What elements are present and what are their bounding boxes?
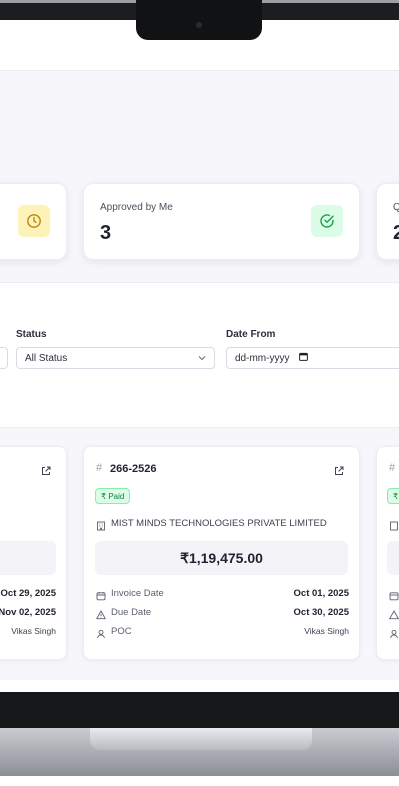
- user-icon: [389, 626, 399, 644]
- due-date-value: Oct 30, 2025: [293, 607, 349, 618]
- invoice-card[interactable]: # ₹: [376, 446, 399, 660]
- stat-card-pending: [0, 183, 67, 260]
- status-badge: ₹: [387, 488, 399, 504]
- laptop-bottom-bezel: [0, 692, 399, 730]
- date-from-input[interactable]: dd-mm-yyyy: [226, 347, 399, 369]
- calendar-icon[interactable]: [299, 352, 309, 364]
- invoice-date-value: Oct 29, 2025: [0, 588, 56, 599]
- calendar-icon: [96, 588, 106, 606]
- stat-value: 2: [393, 222, 399, 244]
- laptop-hinge-cutout: [90, 728, 312, 750]
- invoice-date-label: Invoice Date: [111, 588, 164, 599]
- clock-icon: [18, 205, 50, 237]
- filter-input-partial[interactable]: [0, 347, 8, 369]
- external-link-icon[interactable]: [334, 463, 344, 481]
- invoice-amount: ₹1,19,475.00: [95, 541, 348, 575]
- date-placeholder: dd-mm-yyyy: [235, 352, 290, 364]
- external-link-icon[interactable]: [41, 463, 51, 481]
- stat-card-next: Q 2: [376, 183, 399, 260]
- building-icon: [96, 518, 106, 536]
- stat-value: 3: [100, 222, 112, 244]
- app-screen: Approved by Me 3 Q 2 Status All Status D…: [0, 20, 399, 680]
- filters-panel: Status All Status Date From dd-mm-yyyy: [0, 282, 399, 428]
- due-date-value: Nov 02, 2025: [0, 607, 56, 618]
- calendar-icon: [389, 588, 399, 606]
- chevron-down-icon: [198, 353, 206, 364]
- poc-label: POC: [111, 626, 132, 637]
- warning-icon: [388, 607, 399, 625]
- poc-value: Vikas Singh: [304, 626, 349, 636]
- amount-box: [387, 541, 399, 575]
- camera-notch: [136, 0, 262, 40]
- check-circle-icon: [311, 205, 343, 237]
- stat-label: Q: [393, 202, 399, 213]
- status-filter-label: Status: [16, 329, 47, 340]
- date-from-label: Date From: [226, 329, 276, 340]
- due-date-label: Due Date: [111, 607, 152, 618]
- warning-icon: [96, 607, 106, 625]
- poc-value: Vikas Singh: [11, 626, 56, 636]
- camera-icon: [196, 22, 202, 28]
- company-name: MIST MINDS TECHNOLOGIES PRIVATE LIMITED: [111, 518, 327, 529]
- user-icon: [96, 626, 106, 644]
- invoice-number: 266-2526: [110, 463, 157, 475]
- status-select[interactable]: All Status: [16, 347, 215, 369]
- status-badge: ₹ Paid: [95, 488, 131, 504]
- status-select-value: All Status: [25, 352, 68, 364]
- invoice-card[interactable]: Oct 29, 2025 Nov 02, 2025 Vikas Singh: [0, 446, 67, 660]
- stat-label: Approved by Me: [100, 202, 173, 213]
- invoice-date-value: Oct 01, 2025: [293, 588, 349, 599]
- stat-card-approved-by-me: Approved by Me 3: [83, 183, 360, 260]
- invoice-card[interactable]: # 266-2526 ₹ Paid MIST MINDS TECHNOLOGIE…: [83, 446, 360, 660]
- hash-icon: #: [96, 462, 103, 474]
- hash-icon: #: [389, 462, 396, 474]
- amount-box: [0, 541, 56, 575]
- building-icon: [389, 518, 399, 536]
